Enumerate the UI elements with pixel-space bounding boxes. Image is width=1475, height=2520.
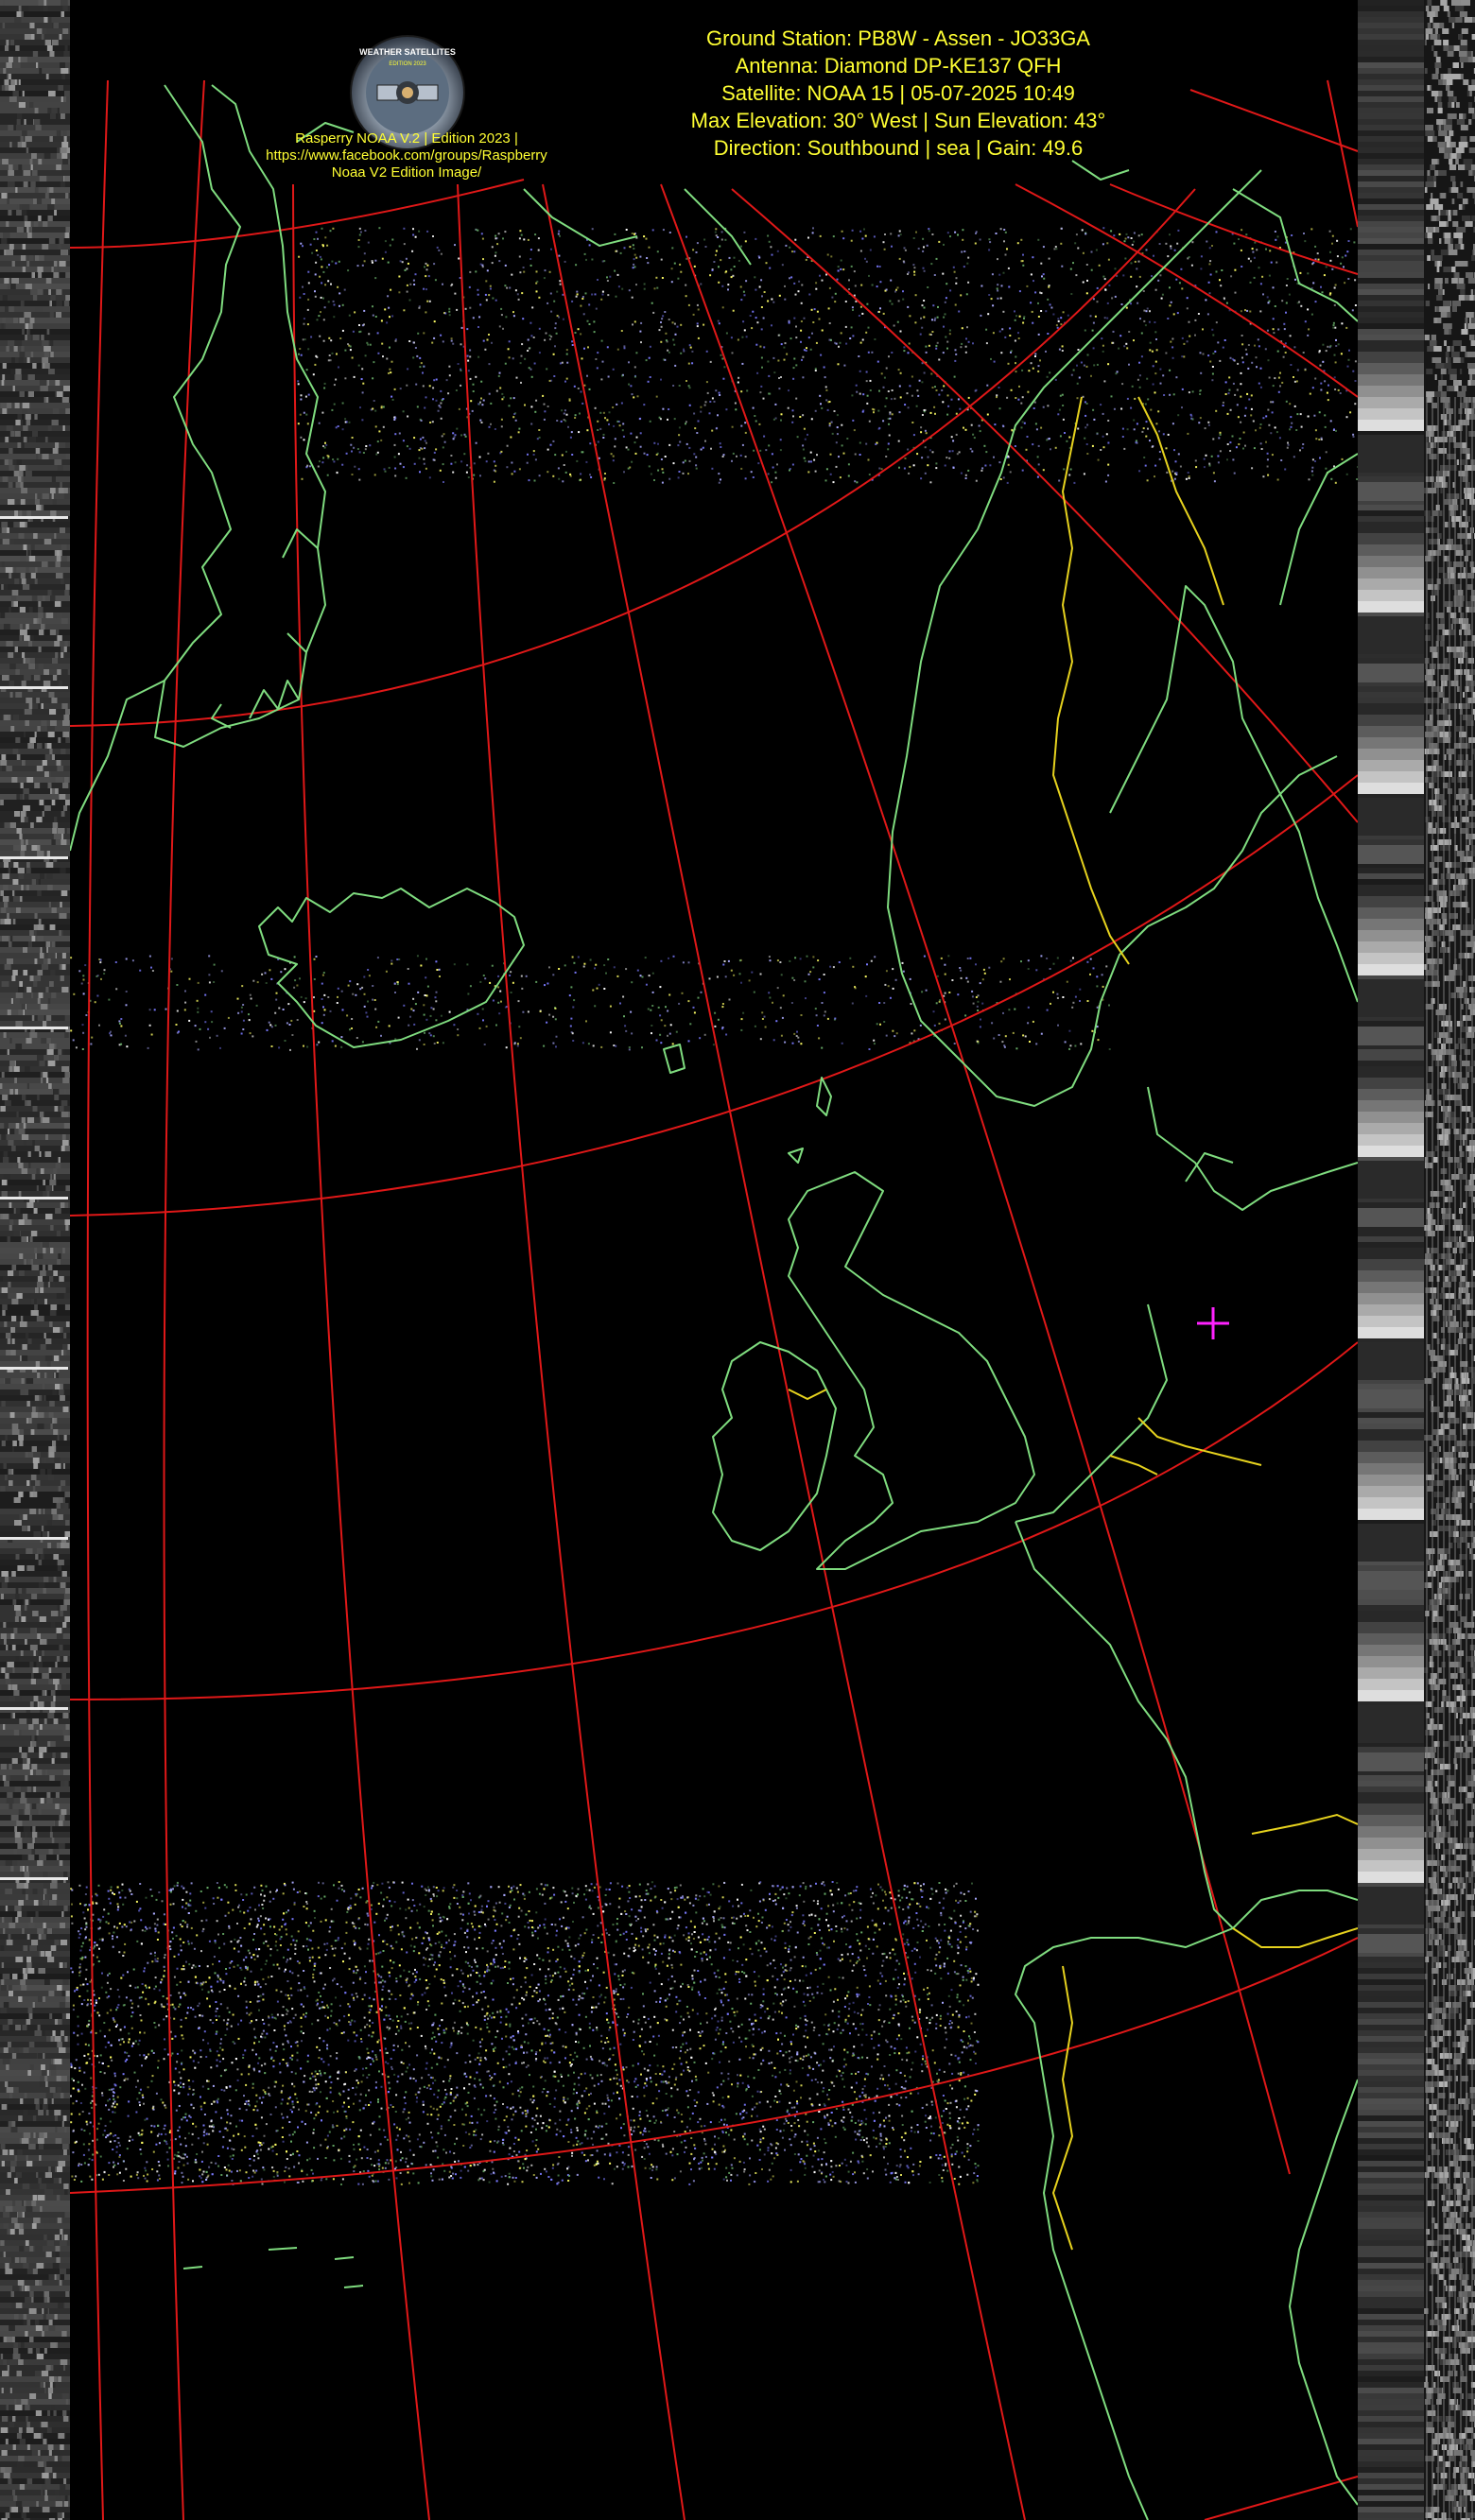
coastline-low-countries — [1015, 1303, 1168, 1523]
coastline-france — [1015, 1521, 1234, 1929]
logo-text-top: WEATHER SATELLITES — [359, 47, 456, 57]
meridian-line — [1189, 89, 1358, 152]
meridian-line — [86, 79, 109, 2520]
country-borders — [788, 396, 1358, 2251]
parallel-line — [70, 179, 525, 249]
meridian-line — [731, 188, 1358, 823]
noaa-apt-image: WEATHER SATELLITES EDITION 2023 Ground S… — [0, 0, 1475, 2520]
border-norway-sweden — [1051, 396, 1130, 965]
border-france-spain — [1232, 1927, 1358, 1948]
satellite-icon — [376, 81, 439, 104]
parallel-line — [70, 188, 1196, 727]
coastline-great-britain — [788, 1171, 1035, 1570]
parallel-line — [70, 1341, 1358, 1701]
noise-band-bottom — [70, 1881, 980, 2185]
meridian-line — [457, 183, 685, 2520]
coastline-iberia — [1015, 1927, 1234, 2520]
coastline-azores — [182, 2247, 364, 2288]
crosshair-icon — [1197, 1307, 1229, 1339]
coastline-faroe — [663, 1044, 685, 1074]
coastline-mediterranean — [1289, 2079, 1358, 2506]
meridian-line — [660, 183, 1291, 2175]
coastline-scandinavia — [887, 169, 1338, 1107]
coastline-denmark — [1147, 1086, 1358, 1211]
telemetry-strip-right — [1358, 0, 1475, 2520]
weather-satellites-logo: WEATHER SATELLITES EDITION 2023 — [350, 35, 465, 150]
coastline-finland — [1232, 188, 1358, 606]
logo-text-mid: EDITION 2023 — [389, 61, 426, 67]
parallel-line — [70, 1937, 1358, 2194]
border-ireland — [788, 1389, 827, 1401]
map-canvas — [70, 0, 1358, 2520]
telemetry-strip-left — [0, 0, 70, 2520]
coastline-greenland-fjords — [70, 528, 319, 852]
border-france-germany — [1251, 1813, 1358, 1835]
coastline-spain-north — [1232, 1890, 1358, 1929]
border-benelux — [1109, 1417, 1262, 1476]
coastline-scandinavia-inner — [1109, 585, 1358, 1003]
noise-band-top — [297, 227, 1358, 484]
border-spain-portugal — [1051, 1965, 1074, 2251]
border-sweden-finland — [1137, 396, 1224, 606]
coastline-iceland — [258, 888, 525, 1048]
coastline-ireland — [712, 1341, 837, 1551]
coastline-shetland — [788, 1077, 832, 1164]
parallel-line — [1204, 2476, 1358, 2520]
parallel-line — [70, 774, 1358, 1217]
coastlines — [70, 84, 1358, 2520]
meridian-line — [1327, 79, 1358, 228]
graticule-lines — [70, 79, 1358, 2520]
